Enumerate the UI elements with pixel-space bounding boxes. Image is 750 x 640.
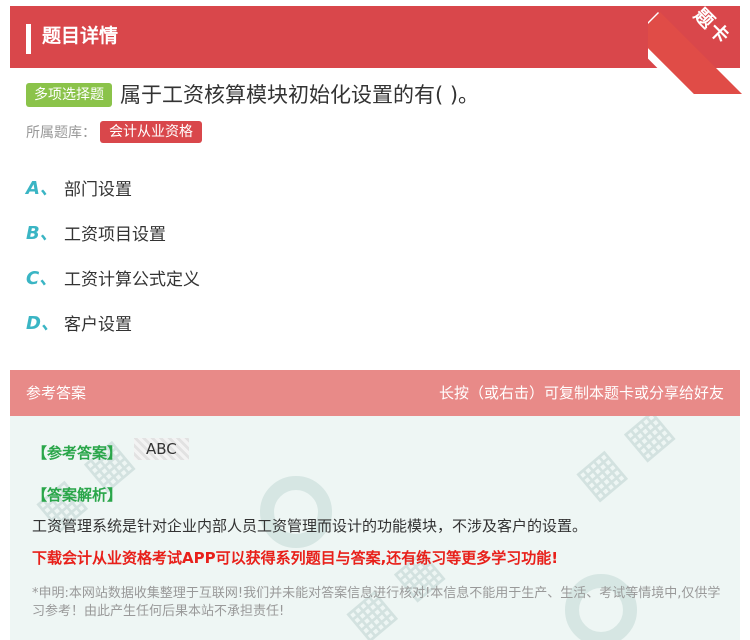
option-c[interactable]: C、 工资计算公式定义 [26,262,200,292]
question-text: 属于工资核算模块初始化设置的有( )。 [120,83,480,107]
option-text: 客户设置 [64,314,132,335]
bank-label: 所属题库： [26,125,96,141]
page-title: 题目详情 [42,25,119,47]
answer-section-title: 参考答案 [26,384,87,402]
analysis-text: 工资管理系统是针对企业内部人员工资管理而设计的功能模块，不涉及客户的设置。 [32,517,588,535]
option-text: 工资计算公式定义 [64,269,200,290]
option-b[interactable]: B、 工资项目设置 [26,217,200,247]
ribbon-label: 题卡 [689,3,735,50]
question-bank-row: 所属题库： 会计从业资格 [26,120,202,144]
option-text: 工资项目设置 [64,224,166,245]
question-row: 多项选择题 属于工资核算模块初始化设置的有( )。 [26,80,479,110]
header-accent-bar [26,24,31,54]
analysis-label: 【答案解析】 [32,486,123,504]
option-letter: C、 [26,268,58,289]
option-text: 部门设置 [64,179,132,200]
answer-label: 【参考答案】 [32,444,123,462]
option-a[interactable]: A、 部门设置 [26,172,200,202]
app-download-promo[interactable]: 下载会计从业资格考试APP可以获得系列题目与答案,还有练习等更多学习功能! [32,547,732,568]
bank-name-badge[interactable]: 会计从业资格 [100,121,202,143]
answer-body: ▦ ▦ ▦ ▦ ▦ ▦ 【参考答案】 ABC 【答案解析】 工资管理系统是针对企… [10,416,740,640]
watermark-logo-icon [260,476,332,548]
corner-ribbon: 题卡 [648,0,750,94]
answer-section-header: 参考答案 长按（或右击）可复制本题卡或分享给好友 [10,370,740,416]
option-letter: B、 [26,223,58,244]
option-d[interactable]: D、 客户设置 [26,307,200,337]
copy-share-hint: 长按（或右击）可复制本题卡或分享给好友 [438,384,724,402]
title-header: 题目详情 [10,6,740,68]
option-letter: A、 [26,178,58,199]
question-type-badge: 多项选择题 [26,83,112,107]
watermark-icon: ▦ ▦ [564,416,683,510]
disclaimer-text: *申明:本网站数据收集整理于互联网!我们并未能对答案信息进行核对!本信息不能用于… [32,586,721,619]
answer-value: ABC [134,438,189,460]
options-list: A、 部门设置 B、 工资项目设置 C、 工资计算公式定义 D、 客户设置 [26,172,200,352]
option-letter: D、 [26,313,59,334]
